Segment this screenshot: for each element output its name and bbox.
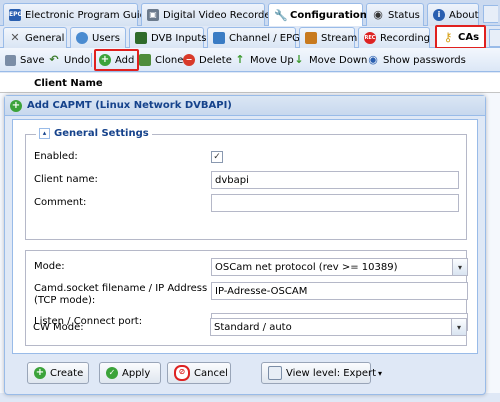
epg-icon: EPG (9, 9, 22, 21)
tab-scroll-overflow[interactable] (483, 5, 498, 23)
check-icon: ✓ (106, 367, 118, 379)
chevron-down-icon: ▾ (378, 368, 383, 378)
mode-label: Mode: (34, 261, 65, 272)
subtab-scroll-overflow[interactable] (489, 29, 500, 47)
collapse-icon[interactable]: ▴ (39, 128, 50, 139)
add-icon: + (34, 367, 46, 379)
wrench-icon: 🔧 (274, 8, 288, 22)
arrow-up-icon: ↑ (235, 53, 245, 66)
chevron-down-icon[interactable]: ▾ (452, 259, 467, 275)
apply-button[interactable]: ✓ Apply (99, 362, 161, 384)
show-passwords-button[interactable]: ◉ Show passwords (364, 51, 469, 69)
camd-address-input[interactable]: IP-Adresse-OSCAM (211, 282, 468, 300)
add-button[interactable]: + Add (94, 49, 140, 71)
arrow-down-icon: ↓ (294, 53, 304, 66)
camd-label: Camd.socket filename / IP Address (34, 283, 208, 294)
cancel-button[interactable]: ⊘ Cancel (167, 362, 231, 384)
add-icon: + (10, 100, 22, 112)
eye-icon: ◉ (373, 8, 383, 21)
add-icon: + (99, 54, 111, 66)
general-settings-fieldset: ▴ General Settings Enabled: ✓ Client nam… (25, 128, 467, 240)
cancel-icon: ⊘ (174, 365, 190, 381)
client-name-input[interactable]: dvbapi (211, 171, 459, 189)
delete-icon: − (183, 54, 195, 66)
chevron-down-icon[interactable]: ▾ (451, 319, 466, 335)
rec-icon: REC (364, 32, 376, 44)
toolbar-separator (91, 53, 92, 67)
subtab-dvb-inputs[interactable]: DVB Inputs (129, 27, 207, 48)
mode-select[interactable]: OSCam net protocol (rev >= 10389) ▾ (211, 258, 468, 276)
subtab-cas[interactable]: ⚷ CAs (435, 25, 486, 49)
subtab-channel-epg[interactable]: Channel / EPG (207, 27, 300, 48)
subtab-general[interactable]: ✕ General (3, 27, 67, 48)
grid-header: Client Name (0, 73, 500, 93)
grid-toolbar: Save ↶ Undo + Add Clone − Delete ↑ Move … (0, 48, 500, 72)
undo-icon: ↶ (49, 53, 59, 66)
enabled-checkbox[interactable]: ✓ (211, 151, 223, 163)
tools-icon: ✕ (10, 31, 20, 44)
key-icon: ⚷ (443, 30, 453, 44)
eye-icon: ◉ (368, 53, 378, 66)
stream-icon (305, 32, 317, 44)
move-down-button[interactable]: ↓ Move Down (290, 51, 370, 69)
dvb-icon (135, 32, 147, 44)
users-icon (76, 32, 88, 44)
tab-configuration[interactable]: 🔧 Configuration (268, 3, 367, 27)
dialog-title: Add CAPMT (Linux Network DVBAPI) (27, 100, 232, 111)
comment-label: Comment: (34, 197, 87, 208)
main-tab-bar: EPG Electronic Program Guide ▣ Digital V… (0, 0, 500, 27)
enabled-label: Enabled: (34, 151, 78, 162)
info-icon: i (433, 9, 445, 21)
tab-about[interactable]: i About (427, 3, 479, 26)
create-button[interactable]: + Create (27, 362, 89, 384)
subtab-stream[interactable]: Stream (299, 27, 357, 48)
column-client-name[interactable]: Client Name (34, 78, 103, 89)
cw-mode-select[interactable]: Standard / auto ▾ (210, 318, 467, 336)
subtab-recording[interactable]: REC Recording (358, 27, 430, 48)
save-icon (5, 54, 16, 66)
delete-button[interactable]: − Delete (180, 51, 235, 69)
dialog-header[interactable]: + Add CAPMT (Linux Network DVBAPI) (5, 96, 485, 116)
tab-status[interactable]: ◉ Status (366, 3, 424, 26)
tab-epg[interactable]: EPG Electronic Program Guide (3, 3, 152, 26)
camd-label-2: (TCP mode): (34, 295, 96, 306)
clone-icon (139, 54, 151, 66)
subtab-users[interactable]: Users (70, 27, 126, 48)
channel-icon (213, 32, 225, 44)
config-subtab-bar: ✕ General Users DVB Inputs Channel / EPG… (0, 25, 500, 49)
dvr-icon: ▣ (147, 9, 159, 21)
clone-button[interactable]: Clone (136, 51, 186, 69)
view-icon (268, 366, 282, 380)
tab-dvr[interactable]: ▣ Digital Video Recorder (141, 3, 275, 26)
move-up-button[interactable]: ↑ Move Up (231, 51, 297, 69)
fieldset-legend[interactable]: ▴ General Settings (36, 128, 152, 139)
view-level-button[interactable]: View level: Expert ▾ (261, 362, 382, 384)
cw-mode-label: CW Mode: (33, 322, 84, 333)
comment-input[interactable] (211, 194, 459, 212)
save-button[interactable]: Save (2, 51, 48, 69)
client-name-label: Client name: (34, 174, 98, 185)
undo-button[interactable]: ↶ Undo (45, 51, 93, 69)
add-capmt-dialog: + Add CAPMT (Linux Network DVBAPI) ▴ Gen… (4, 95, 486, 395)
